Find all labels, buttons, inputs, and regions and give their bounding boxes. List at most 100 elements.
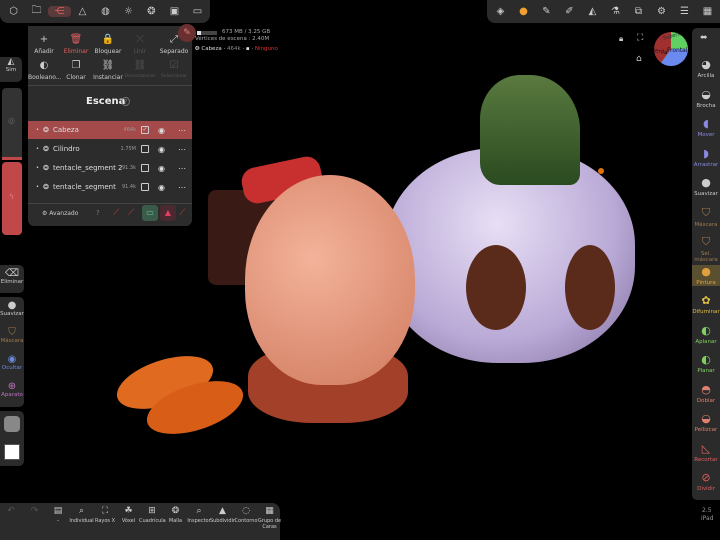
join-button[interactable]: ⤫ Unir	[124, 34, 156, 55]
pen-icon[interactable]: ✎	[535, 6, 558, 17]
right-tool-pellizcar[interactable]: ◒ Pellizcar	[692, 412, 720, 433]
bottom-tool-7[interactable]: ❂ Malla	[163, 506, 189, 524]
more-icon[interactable]: ⋯	[178, 164, 186, 173]
radius-slider[interactable]: ◎	[2, 88, 22, 160]
bottom-tool-2[interactable]: ▤ –	[45, 506, 71, 524]
cube-icon[interactable]: ⬡	[2, 6, 25, 17]
right-tool-mover[interactable]: ◖ Mover	[692, 117, 720, 138]
flask-icon[interactable]: ⚗	[604, 6, 627, 17]
uninstance-button[interactable]: ⛓ Desinstanciar	[124, 60, 156, 79]
add-button[interactable]: + Añadir	[28, 34, 60, 55]
scene-row[interactable]: • ❂ tentacle_segment 2 91.3k ◉ ⋯	[28, 159, 192, 177]
folder-icon[interactable]: 🗀	[25, 3, 48, 20]
right-tool-brocha[interactable]: ◒ Brocha	[692, 88, 720, 109]
symmetry-button[interactable]: ◭ Sim	[0, 57, 22, 82]
intensity-slider[interactable]: ϟ	[2, 162, 22, 235]
clone-button[interactable]: ❐ Clonar	[60, 60, 92, 81]
scene-row[interactable]: • ❂ Cilindro 1.75M ◉ ⋯	[28, 140, 192, 158]
paint-sphere-icon[interactable]: ●	[512, 6, 535, 17]
lock-button[interactable]: 🔒 Bloquear	[92, 34, 124, 55]
delete-button[interactable]: 🗑 Eliminar	[60, 34, 92, 55]
sphere-icon[interactable]: ◍	[94, 6, 117, 17]
eye-icon[interactable]: ◉	[158, 164, 165, 173]
advanced-button[interactable]: ⚙ Avanzado	[42, 210, 78, 217]
slash-toggle-icon[interactable]: ⟋	[128, 208, 134, 218]
left-tool-aparato[interactable]: ⊕ Aparato	[0, 381, 24, 398]
right-tool-recortar[interactable]: ◺ Recortar	[692, 442, 720, 463]
bottom-tool-5[interactable]: ☘ Vóxel	[116, 506, 142, 524]
bottom-tool-9[interactable]: ▲ Subdividir	[210, 506, 236, 524]
row-checkbox[interactable]: ✓	[141, 126, 149, 134]
material-icon[interactable]: ❂	[140, 6, 163, 17]
row-checkbox[interactable]	[141, 183, 149, 191]
fullscreen-icon[interactable]: ⛶	[637, 33, 643, 43]
bottom-tool-0[interactable]: ↶	[0, 506, 24, 518]
topology-icon[interactable]: △	[71, 6, 94, 17]
expand-icon[interactable]: •	[36, 127, 39, 133]
scene-row[interactable]: • ❂ Cabeza 464k ✓ ◉ ⋯	[28, 121, 192, 139]
pin-button[interactable]: ✎	[178, 24, 196, 42]
lock-view-icon[interactable]: 🔒︎	[619, 34, 623, 44]
help-icon[interactable]: ?	[121, 97, 130, 106]
row-checkbox[interactable]	[141, 164, 149, 172]
slash-toggle-icon[interactable]: ⟋	[113, 208, 119, 218]
right-tool-doblar[interactable]: ◓ Doblar	[692, 383, 720, 404]
eye-icon[interactable]: ◉	[158, 126, 165, 135]
symmetry-icon[interactable]: ◭	[581, 6, 604, 17]
right-tool-sel-máscara[interactable]: ⛉ Sel. máscara	[692, 235, 720, 263]
pivot-point[interactable]	[598, 168, 604, 174]
left-tool-eliminar[interactable]: ⌫ Eliminar	[0, 268, 24, 285]
eye-icon[interactable]: ◉	[158, 145, 165, 154]
more-icon[interactable]: ⋯	[178, 126, 186, 135]
stroke-icon[interactable]: ✐	[558, 6, 581, 17]
expand-icon[interactable]: •	[36, 146, 39, 152]
left-tool-ocultar[interactable]: ◉ Ocultar	[0, 354, 24, 371]
matcap-icon[interactable]	[4, 416, 20, 432]
sun-icon[interactable]: ☼	[117, 6, 140, 17]
bottom-tool-8[interactable]: ⌕ Inspector	[186, 506, 212, 524]
orientation-gizmo[interactable]: Superior Izquierda Frontal	[654, 32, 688, 66]
boolean-button[interactable]: ◐ Booleano...	[28, 60, 62, 81]
right-tool-planar[interactable]: ◐ Planar	[692, 353, 720, 374]
collapse-icon[interactable]: ⬌	[700, 33, 708, 43]
bottom-tool-3[interactable]: ⌕ Individual	[69, 506, 95, 524]
instance-button[interactable]: ⛓ Instanciar	[92, 60, 124, 81]
bottom-tool-1[interactable]: ↷	[22, 506, 48, 518]
eye-icon[interactable]: ◉	[158, 183, 165, 192]
expand-icon[interactable]: •	[36, 165, 39, 171]
color-swatch[interactable]	[4, 444, 20, 460]
expand-icon[interactable]: •	[36, 184, 39, 190]
interface-icon[interactable]: ◈	[489, 6, 512, 17]
bottom-tool-11[interactable]: ▦ Grupo de Caras	[257, 506, 283, 530]
more-icon[interactable]: ⋯	[178, 145, 186, 154]
scene-tree-icon[interactable]: ⋲	[48, 6, 71, 17]
layers-icon[interactable]: ⧉	[627, 6, 650, 17]
scene-row[interactable]: • ❂ tentacle_segment 91.4k ◉ ⋯	[28, 178, 192, 196]
film-icon[interactable]: ▦	[696, 6, 719, 17]
image-icon[interactable]: ▣	[163, 6, 186, 17]
right-tool-dividir[interactable]: ⊘ Dividir	[692, 471, 720, 492]
bottom-tool-4[interactable]: ⛶ Rayos X	[92, 506, 118, 524]
camera-toggle-icon[interactable]: ▭	[142, 205, 158, 221]
help-icon[interactable]: ?	[96, 209, 100, 217]
bottom-tool-10[interactable]: ◌ Contorno	[233, 506, 259, 524]
more-icon[interactable]: ⋯	[178, 183, 186, 192]
right-tool-máscara[interactable]: ⛉ Máscara	[692, 206, 720, 228]
camera-icon[interactable]: ▭	[186, 6, 209, 17]
select-button[interactable]: ☑ Seleccionar	[158, 60, 190, 79]
warning-toggle-icon[interactable]: ▲	[160, 205, 176, 221]
settings-icon[interactable]: ⚙	[650, 6, 673, 17]
right-tool-arcilla[interactable]: ◕ Arcilla	[692, 58, 720, 79]
left-tool-mascara[interactable]: ⛉ Máscara	[0, 327, 24, 344]
sliders-icon[interactable]: ☰	[673, 6, 696, 17]
right-tool-difuminar[interactable]: ✿ Difuminar	[692, 294, 720, 315]
slash-toggle-icon[interactable]: ⟋	[179, 208, 185, 218]
right-tool-suavizar[interactable]: ● Suavizar	[692, 176, 720, 197]
home-icon[interactable]: ⌂	[636, 54, 642, 64]
left-tool-suavizar[interactable]: ● Suavizar	[0, 300, 24, 317]
bottom-tool-6[interactable]: ⊞ Cuadrícula	[139, 506, 166, 524]
right-tool-aplanar[interactable]: ◐ Aplanar	[692, 324, 720, 345]
right-tool-pintura[interactable]: ● Pintura	[692, 264, 720, 286]
right-tool-arrastrar[interactable]: ◗ Arrastrar	[692, 147, 720, 168]
row-checkbox[interactable]	[141, 145, 149, 153]
